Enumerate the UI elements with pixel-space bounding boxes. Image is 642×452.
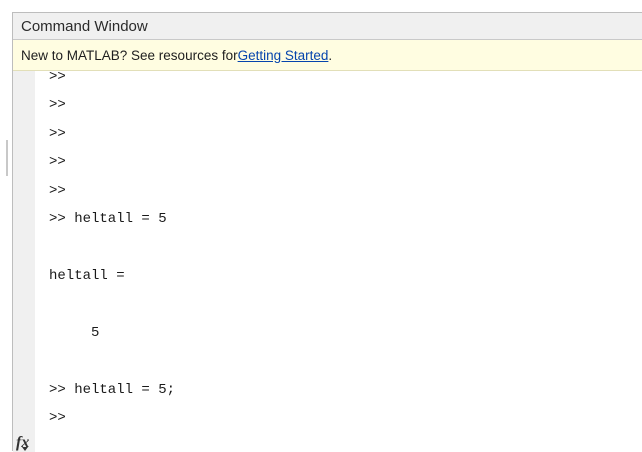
prompt-line: >> [49,154,66,170]
getting-started-link[interactable]: Getting Started [238,48,329,63]
window-title: Command Window [21,17,148,35]
fx-icon[interactable]: fx [16,434,29,452]
prompt-line: >> [49,69,66,85]
output-value-line: 5 [49,325,100,341]
prompt-line: >> [49,183,66,199]
command-line: >> heltall = 5 [49,211,167,227]
left-edge-strip [0,0,12,451]
banner-text: New to MATLAB? See resources for [21,47,238,63]
getting-started-banner: New to MATLAB? See resources for Getting… [13,40,642,71]
banner-suffix: . [328,47,333,63]
active-prompt-line[interactable]: >> [49,409,66,427]
fx-dropdown-arrow-icon [22,447,28,451]
command-window-panel: Command Window New to MATLAB? See resour… [12,12,642,452]
command-window-titlebar[interactable]: Command Window [13,13,642,40]
output-variable-line: heltall = [49,268,125,284]
prompt-line: >> [49,97,66,113]
console-gutter [13,71,35,452]
command-line: >> heltall = 5; [49,382,176,398]
command-console[interactable]: >> >> >> >> >> >> heltall = 5 heltall = … [13,69,642,452]
prompt-line: >> [49,126,66,142]
left-splitter-handle[interactable] [6,140,8,176]
